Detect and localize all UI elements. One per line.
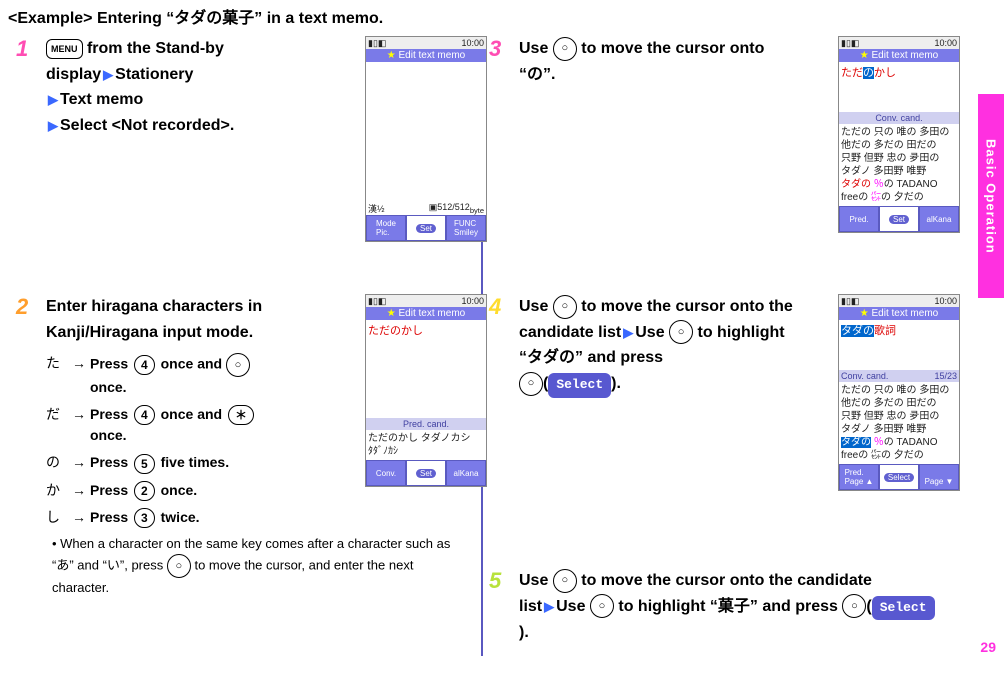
- nav-key-icon: ○: [519, 372, 543, 396]
- softkey-left: Pred.Page ▲: [839, 464, 879, 490]
- step3-number: 3: [489, 36, 509, 58]
- softkey-right: alKana: [446, 460, 486, 486]
- softkey-center: Set: [406, 215, 446, 241]
- step3-text: Use ○ to move the cursor onto “の”.: [519, 36, 789, 87]
- step1-number: 1: [16, 36, 36, 58]
- candidate-header: Pred. cand.: [366, 418, 486, 430]
- candidate-list: ただの 只の 唯の 多田の他だの 多だの 田だの 只野 但野 忠の 夛田のタダノ…: [839, 124, 959, 206]
- entered-text: ただのかし: [368, 322, 484, 338]
- select-button-label: Select: [872, 596, 935, 621]
- softkey-center: Select: [879, 464, 919, 490]
- nav-key-icon: ○: [669, 320, 693, 344]
- softkey-right: FUNCSmiley: [446, 215, 486, 241]
- softkey-center: Set: [879, 206, 919, 232]
- nav-key-icon: ○: [553, 295, 577, 319]
- clock: 10:00: [934, 38, 957, 48]
- softkey-right: Page ▼: [919, 464, 959, 490]
- example-header: <Example> Entering “タダの菓子” in a text mem…: [0, 0, 1004, 32]
- step5-text: Use ○ to move the cursor onto the candid…: [519, 568, 939, 646]
- nav-key-icon: ○: [590, 594, 614, 618]
- phone1-title: ★ Edit text memo: [366, 49, 486, 62]
- phone4-title: ★ Edit text memo: [839, 307, 959, 320]
- clock: 10:00: [461, 296, 484, 306]
- softkey-left: Pred.: [839, 206, 879, 232]
- nav-key-icon: ○: [226, 353, 250, 377]
- nav-key-icon: ○: [553, 569, 577, 593]
- step2-number: 2: [16, 294, 36, 316]
- char-counter: ▣512/512byte: [429, 202, 484, 215]
- entered-text: タダの歌詞: [841, 322, 957, 338]
- key-4-icon: 4: [134, 355, 155, 375]
- triangle-icon: ▶: [48, 92, 58, 107]
- phone-screenshot-4: ▮▯◧ 10:00 ★ Edit text memo タダの歌詞 Conv. ca…: [838, 294, 960, 491]
- nav-key-icon: ○: [842, 594, 866, 618]
- phone-screenshot-1: ▮▯◧ 10:00 ★ Edit text memo 漢½ ▣512/512byt…: [365, 36, 487, 242]
- select-button-label: Select: [548, 373, 611, 398]
- page-number: 29: [980, 639, 996, 655]
- phone2-title: ★ Edit text memo: [366, 307, 486, 320]
- softkey-center: Set: [406, 460, 446, 486]
- signal-icon: ▮▯◧: [368, 38, 386, 49]
- nav-key-icon: ○: [167, 554, 191, 578]
- step2-note: • When a character on the same key comes…: [52, 534, 473, 597]
- entered-text: ただのかし: [841, 64, 957, 80]
- signal-icon: ▮▯◧: [368, 296, 386, 307]
- step4-text: Use ○ to move the cursor onto the candid…: [519, 294, 809, 398]
- phone3-title: ★ Edit text memo: [839, 49, 959, 62]
- mode-indicator: 漢½: [368, 202, 385, 215]
- triangle-icon: ▶: [544, 599, 554, 614]
- clock: 10:00: [461, 38, 484, 48]
- softkey-right: alKana: [919, 206, 959, 232]
- triangle-icon: ▶: [623, 325, 633, 340]
- phone-screenshot-2: ▮▯◧ 10:00 ★ Edit text memo ただのかし Pred. ca…: [365, 294, 487, 487]
- softkey-left: ModePic.: [366, 215, 406, 241]
- phone-screenshot-3: ▮▯◧ 10:00 ★ Edit text memo ただのかし Conv. ca…: [838, 36, 960, 233]
- softkey-left: Conv.: [366, 460, 406, 486]
- step1-text: MENU from the Stand-by display▶Stationer…: [46, 36, 316, 138]
- key-3-icon: 3: [134, 508, 155, 528]
- side-tab-basic-operation: Basic Operation: [978, 94, 1004, 298]
- step5-number: 5: [489, 568, 509, 590]
- key-5-icon: 5: [134, 454, 155, 474]
- step4-number: 4: [489, 294, 509, 316]
- nav-key-icon: ○: [553, 37, 577, 61]
- menu-key-icon: MENU: [46, 39, 83, 59]
- key-2-icon: 2: [134, 481, 155, 501]
- candidate-header: Conv. cand.: [839, 112, 959, 124]
- candidate-list: ただのかし タダノカシ ﾀﾀﾞﾉｶｼ: [366, 430, 486, 460]
- signal-icon: ▮▯◧: [841, 38, 859, 49]
- triangle-icon: ▶: [103, 67, 113, 82]
- signal-icon: ▮▯◧: [841, 296, 859, 307]
- key-4-icon: 4: [134, 405, 155, 425]
- candidate-list: ただの 只の 唯の 多田の他だの 多だの 田だの 只野 但野 忠の 夛田のタダノ…: [839, 382, 959, 464]
- triangle-icon: ▶: [48, 118, 58, 133]
- star-key-icon: ＊: [228, 405, 254, 425]
- clock: 10:00: [934, 296, 957, 306]
- step2-title: Enter hiragana characters in Kanji/Hirag…: [46, 294, 346, 345]
- candidate-header: Conv. cand.15/23: [839, 370, 959, 382]
